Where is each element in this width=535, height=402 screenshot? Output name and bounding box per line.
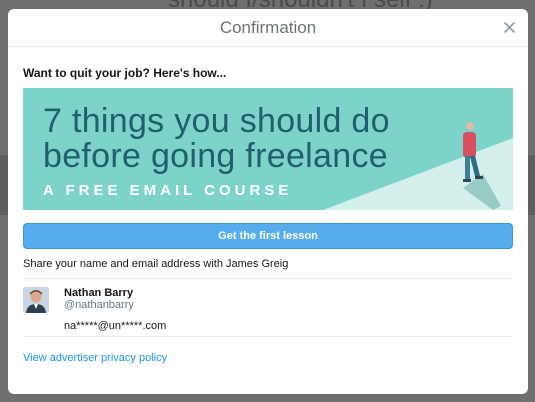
share-disclosure: Share your name and email address with J…: [23, 258, 513, 279]
course-banner: 7 things you should do before going free…: [23, 88, 513, 210]
dialog-title: Confirmation: [219, 17, 317, 37]
privacy-policy-link[interactable]: View advertiser privacy policy: [23, 352, 167, 364]
account-handle: @nathanbarry: [64, 299, 134, 311]
confirmation-dialog: Confirmation Want to quit your job? Here…: [8, 9, 528, 394]
account-email: na*****@un*****.com: [64, 320, 167, 332]
pitch-heading: Want to quit your job? Here's how...: [23, 66, 227, 80]
banner-subheading: A FREE EMAIL COURSE: [43, 182, 293, 199]
banner-headline-line1: 7 things you should do: [43, 102, 390, 140]
banner-headline-line2: before going freelance: [43, 137, 388, 175]
get-first-lesson-button[interactable]: Get the first lesson: [23, 223, 513, 249]
account-name: Nathan Barry: [64, 287, 134, 299]
avatar: [23, 287, 49, 313]
dialog-header: Confirmation: [8, 9, 528, 47]
account-card: Nathan Barry @nathanbarry na*****@un****…: [23, 279, 513, 337]
dialog-body: Want to quit your job? Here's how... 7 t…: [8, 66, 528, 366]
close-icon[interactable]: [500, 18, 518, 36]
